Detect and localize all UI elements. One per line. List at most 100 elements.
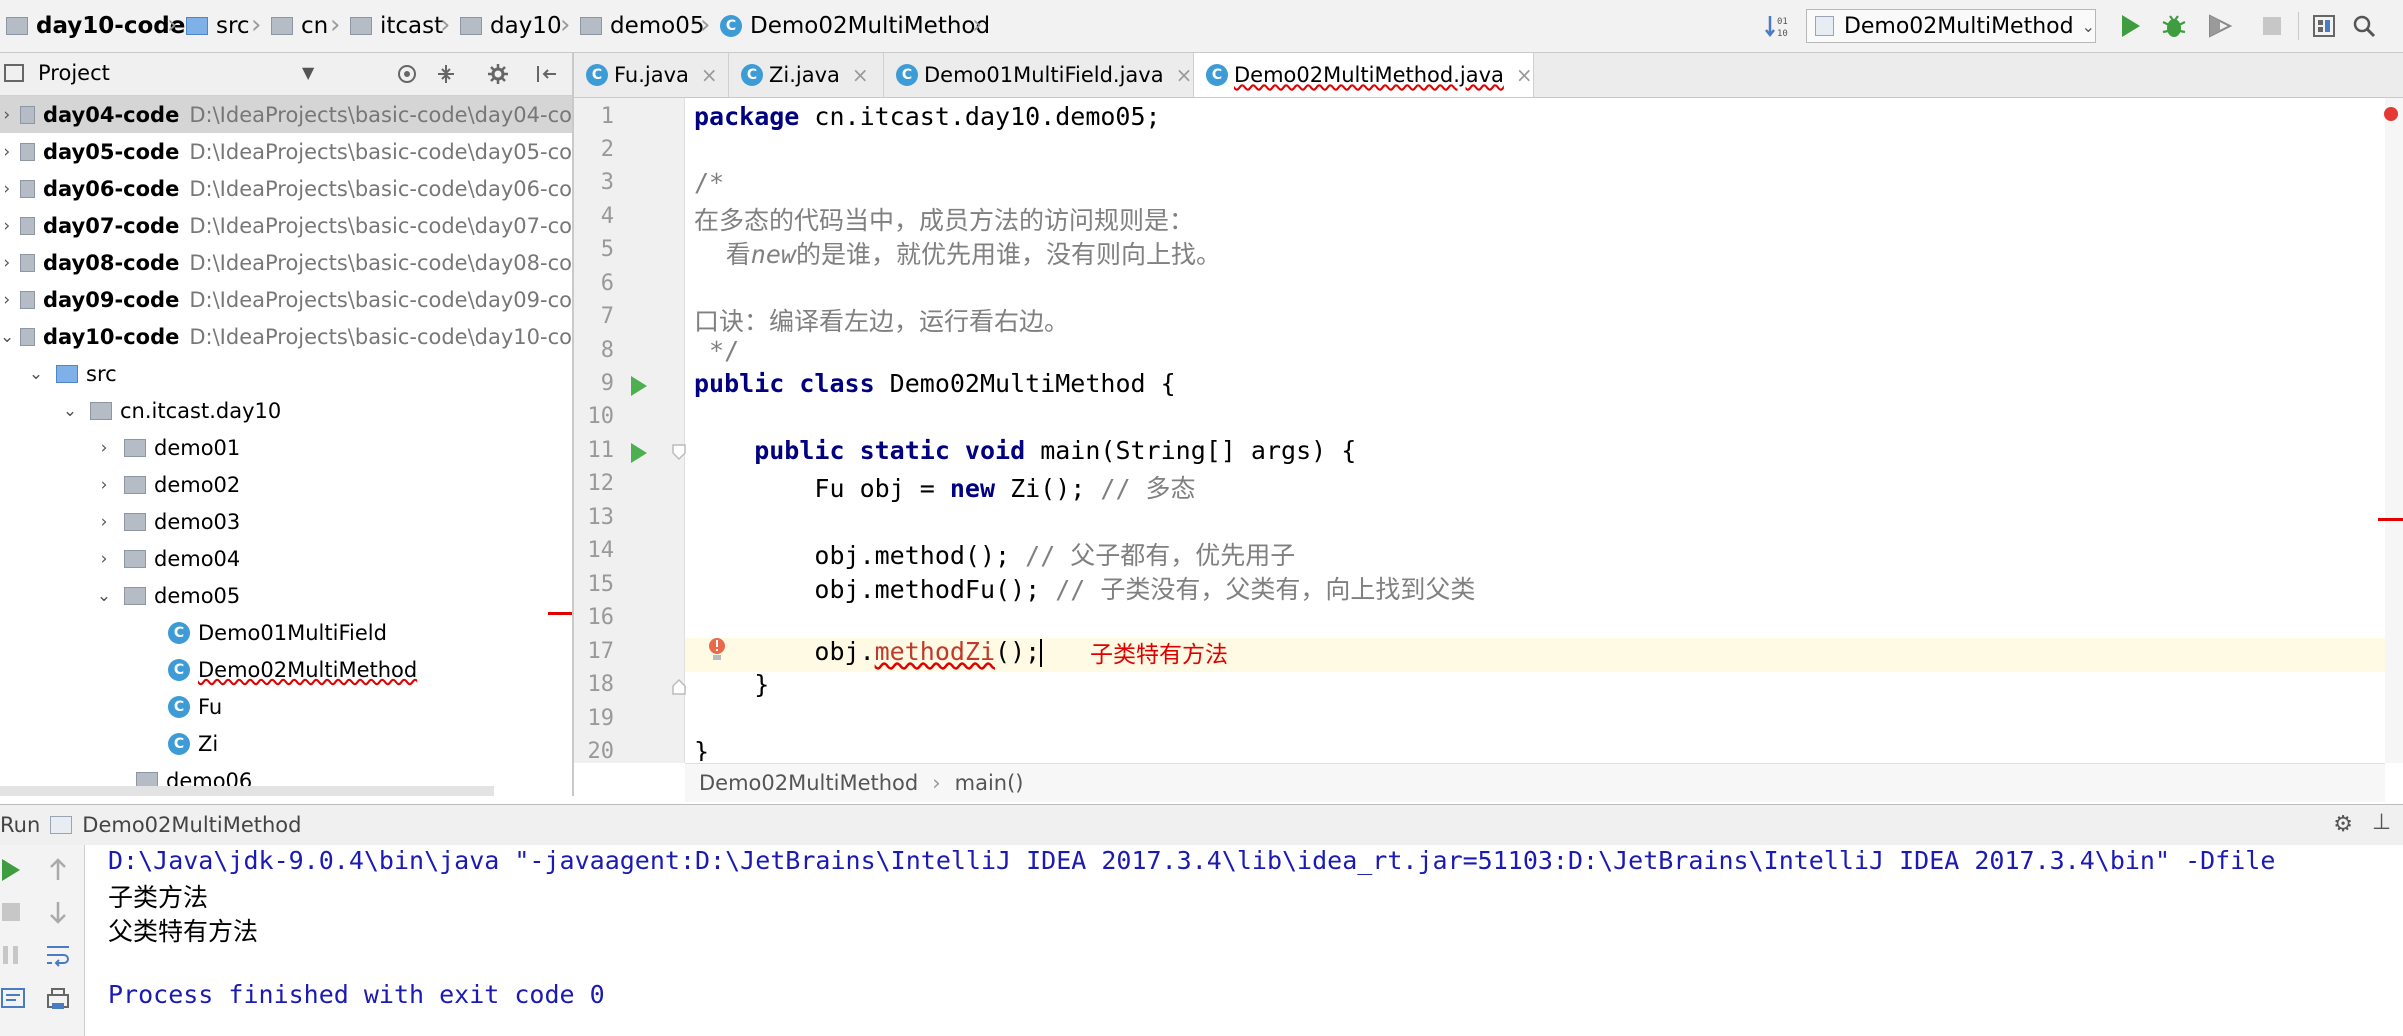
- chevron-right-icon: ›: [560, 10, 571, 40]
- hide-panel-icon[interactable]: [534, 62, 558, 86]
- crumb-demo05[interactable]: demo05: [580, 0, 705, 52]
- crumb-module[interactable]: day10-code: [6, 0, 185, 52]
- tree-class-fu[interactable]: C Fu: [0, 688, 572, 725]
- console-output-line: 子类方法: [108, 883, 209, 912]
- package-icon: [124, 438, 146, 457]
- stop-icon[interactable]: [0, 901, 22, 923]
- class-icon: C: [168, 732, 190, 755]
- crumb-src[interactable]: src: [186, 0, 250, 52]
- error-annotation: 子类特有方法: [1090, 642, 1228, 668]
- arrow-down-icon[interactable]: [46, 899, 70, 925]
- package-icon: [271, 17, 293, 35]
- tree-module-day04[interactable]: › day04-code D:\IdeaProjects\basic-code\…: [0, 96, 572, 133]
- project-panel-title[interactable]: Project: [38, 61, 110, 85]
- tree-module-day08[interactable]: › day08-code D:\IdeaProjects\basic-code\…: [0, 244, 572, 281]
- fold-icon[interactable]: [671, 443, 687, 461]
- breadcrumb-method[interactable]: main(): [955, 771, 1024, 795]
- crumb-day10[interactable]: day10: [460, 0, 562, 52]
- stop-icon[interactable]: [2258, 12, 2286, 40]
- error-indicator-icon[interactable]: [2384, 107, 2398, 121]
- pause-icon[interactable]: [0, 943, 22, 967]
- horizontal-scrollbar[interactable]: [0, 786, 494, 796]
- application-icon: [50, 816, 73, 834]
- tree-module-day07[interactable]: › day07-code D:\IdeaProjects\basic-code\…: [0, 207, 572, 244]
- tree-module-day09[interactable]: › day09-code D:\IdeaProjects\basic-code\…: [0, 281, 572, 318]
- hide-panel-icon[interactable]: ⊥: [2372, 810, 2391, 835]
- search-icon[interactable]: [2350, 12, 2378, 40]
- code-line-7: 口诀：编译看左边，运行看右边。: [694, 307, 1070, 336]
- chevron-right-icon: ›: [3, 252, 11, 273]
- line-number: 17: [587, 639, 615, 664]
- dump-threads-icon[interactable]: [0, 985, 26, 1013]
- run-toolbar: [0, 845, 85, 1036]
- tab-demo02multimethod-java[interactable]: C Demo02MultiMethod.java ×: [1194, 53, 1534, 97]
- line-number: 4: [600, 204, 614, 229]
- tree-module-day05[interactable]: › day05-code D:\IdeaProjects\basic-code\…: [0, 133, 572, 170]
- collapse-all-icon[interactable]: [434, 62, 458, 86]
- locate-icon[interactable]: [395, 62, 419, 86]
- project-icon: [4, 64, 24, 82]
- package-icon: [580, 17, 602, 35]
- tree-folder-demo05[interactable]: ⌄ demo05: [0, 577, 572, 614]
- gear-icon[interactable]: ⚙: [2333, 812, 2353, 837]
- module-icon: [19, 253, 35, 272]
- crumb-class[interactable]: C Demo02MultiMethod: [720, 0, 990, 52]
- arrow-up-icon[interactable]: [46, 857, 70, 883]
- close-icon[interactable]: ×: [1516, 63, 1533, 87]
- package-icon: [124, 549, 146, 568]
- tab-fu-java[interactable]: C Fu.java ×: [574, 53, 729, 97]
- tree-class-zi[interactable]: C Zi: [0, 725, 572, 762]
- project-structure-icon[interactable]: [2310, 12, 2338, 40]
- tree-src-folder[interactable]: ⌄ src: [0, 355, 572, 392]
- tree-module-day06[interactable]: › day06-code D:\IdeaProjects\basic-code\…: [0, 170, 572, 207]
- tree-folder-demo02[interactable]: › demo02: [0, 466, 572, 503]
- print-icon[interactable]: [44, 985, 72, 1013]
- run-config-tab[interactable]: Demo02MultiMethod: [82, 813, 301, 837]
- text-cursor: [1040, 639, 1043, 667]
- rerun-icon[interactable]: [0, 857, 22, 883]
- fold-icon[interactable]: [671, 678, 687, 696]
- tab-zi-java[interactable]: C Zi.java ×: [729, 53, 884, 97]
- coverage-icon[interactable]: [2206, 12, 2234, 40]
- close-icon[interactable]: ×: [852, 63, 869, 87]
- package-icon: [124, 475, 146, 494]
- run-icon[interactable]: [2116, 12, 2144, 40]
- tree-folder-demo03[interactable]: › demo03: [0, 503, 572, 540]
- project-tree: › day04-code D:\IdeaProjects\basic-code\…: [0, 96, 572, 796]
- editor-vertical-scrollbar[interactable]: [2385, 98, 2403, 763]
- gear-icon[interactable]: [486, 62, 510, 86]
- close-icon[interactable]: ×: [701, 63, 718, 87]
- chevron-down-icon[interactable]: ▼: [302, 63, 314, 82]
- close-icon[interactable]: ×: [1176, 63, 1193, 87]
- editor-tab-bar: C Fu.java × C Zi.java × C Demo01MultiFie…: [574, 53, 2403, 98]
- line-number: 19: [587, 706, 615, 731]
- chevron-right-icon: ›: [3, 178, 11, 199]
- run-main-icon[interactable]: [631, 443, 647, 463]
- sort-icon[interactable]: 01 10: [1764, 12, 1792, 40]
- application-icon: [1815, 16, 1834, 36]
- debug-icon[interactable]: [2160, 12, 2188, 40]
- line-number: 13: [587, 505, 615, 530]
- tree-class-demo02multimethod[interactable]: C Demo02MultiMethod: [0, 651, 572, 688]
- tree-module-day10[interactable]: ⌄ day10-code D:\IdeaProjects\basic-code\…: [0, 318, 572, 355]
- package-icon: [124, 586, 146, 605]
- line-number: 3: [600, 170, 614, 195]
- tree-folder-demo04[interactable]: › demo04: [0, 540, 572, 577]
- tree-package[interactable]: ⌄ cn.itcast.day10: [0, 392, 572, 429]
- run-panel-label[interactable]: Run: [0, 813, 40, 837]
- tree-folder-demo01[interactable]: › demo01: [0, 429, 572, 466]
- chevron-right-icon: ›: [3, 215, 11, 236]
- run-configuration-select[interactable]: Demo02MultiMethod ⌄: [1806, 9, 2096, 43]
- crumb-itcast[interactable]: itcast: [350, 0, 443, 52]
- run-class-icon[interactable]: [631, 376, 647, 396]
- breadcrumb-class[interactable]: Demo02MultiMethod: [699, 771, 918, 795]
- class-icon: C: [586, 64, 608, 86]
- code-line-1: package cn.itcast.day10.demo05;: [694, 102, 1161, 131]
- tab-demo01multifield-java[interactable]: C Demo01MultiField.java ×: [884, 53, 1194, 97]
- soft-wrap-icon[interactable]: [44, 941, 72, 969]
- crumb-cn[interactable]: cn: [271, 0, 328, 52]
- module-icon: [19, 290, 35, 309]
- package-icon: [124, 512, 146, 531]
- error-stripe-marker[interactable]: [2378, 518, 2403, 521]
- tree-class-demo01multifield[interactable]: C Demo01MultiField: [0, 614, 572, 651]
